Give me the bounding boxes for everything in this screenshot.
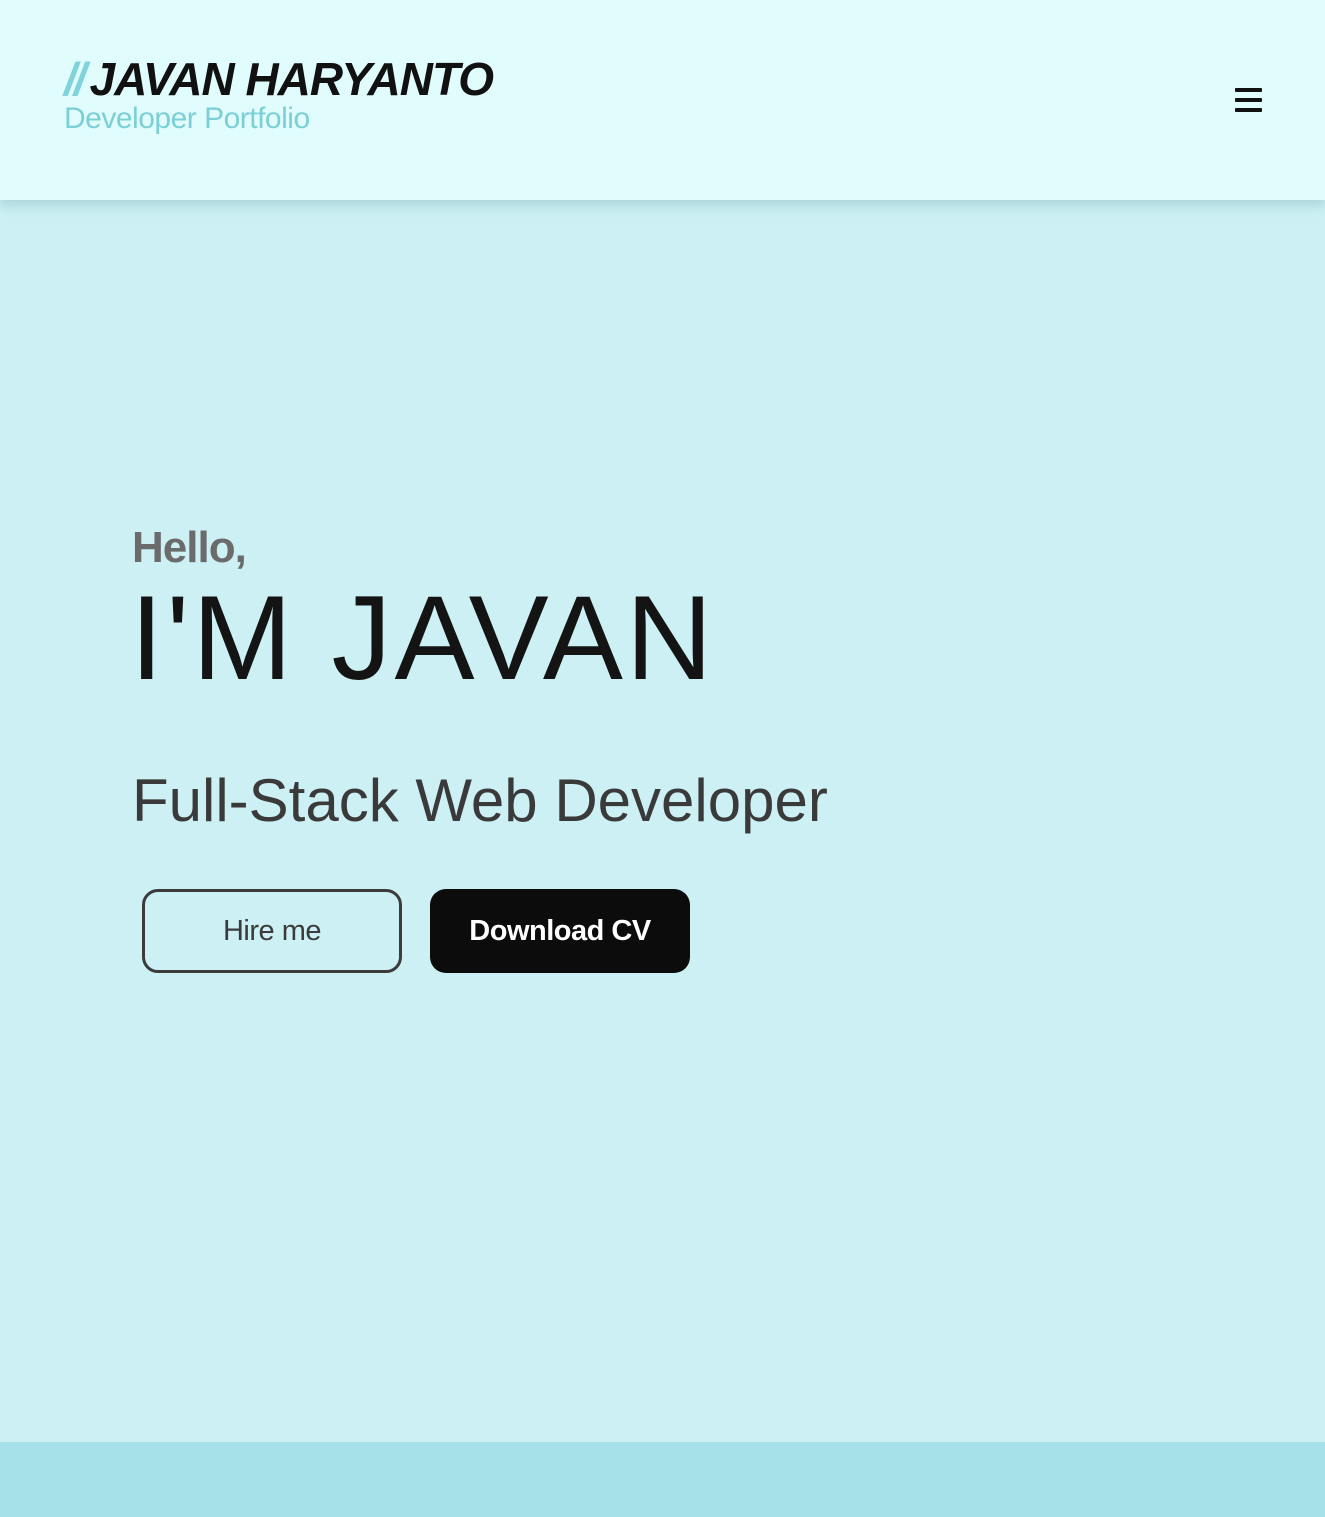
hire-me-button[interactable]: Hire me (142, 889, 402, 973)
brand-logo[interactable]: // JAVAN HARYANTO Developer Portfolio (64, 52, 494, 136)
hero-title: I'M JAVAN (130, 571, 716, 705)
menu-bar (1235, 108, 1262, 112)
menu-bar (1235, 88, 1262, 92)
hero-greeting: Hello, (132, 523, 247, 572)
next-section-strip (0, 1442, 1325, 1517)
brand-name-row: // JAVAN HARYANTO (64, 52, 494, 106)
brand-subtitle: Developer Portfolio (64, 102, 310, 135)
brand-name: JAVAN HARYANTO (89, 53, 494, 105)
menu-bar (1235, 98, 1262, 102)
hero-section: Hello, I'M JAVAN Full-Stack Web Develope… (0, 200, 1325, 1442)
hamburger-menu-icon[interactable] (1230, 84, 1266, 116)
site-header: // JAVAN HARYANTO Developer Portfolio (0, 0, 1325, 200)
brand-slashes: // (64, 53, 86, 105)
hero-role: Full-Stack Web Developer (132, 767, 828, 834)
download-cv-button[interactable]: Download CV (430, 889, 690, 973)
